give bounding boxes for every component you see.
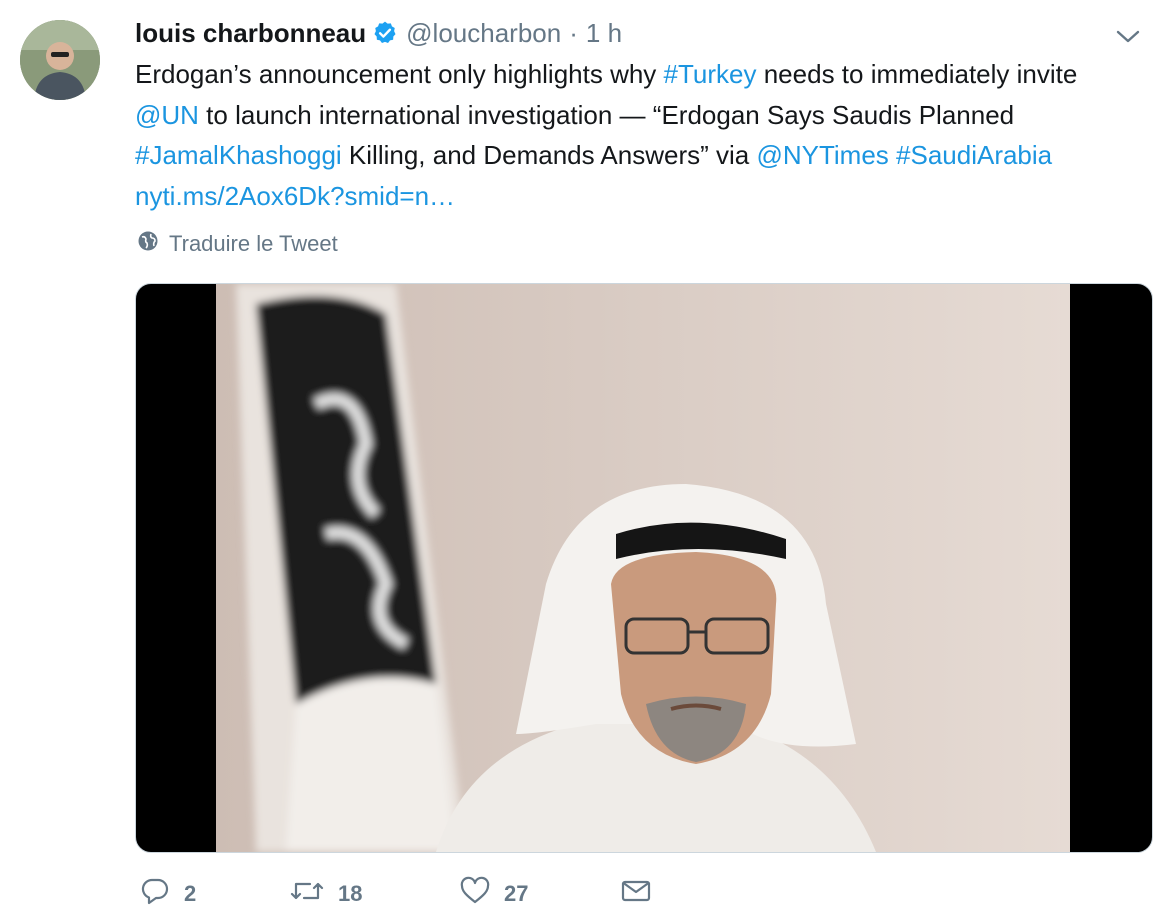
author-handle[interactable]: @loucharbon (406, 18, 561, 49)
translate-label: Traduire le Tweet (169, 231, 338, 256)
mail-icon (620, 876, 652, 912)
hashtag-link[interactable]: #SaudiArabia (896, 140, 1052, 170)
retweet-button[interactable]: 18 (290, 876, 460, 912)
tweet-media[interactable] (135, 283, 1153, 853)
tweet-text-segment: needs to immediately invite (756, 59, 1078, 89)
mention-link[interactable]: @NYTimes (756, 140, 888, 170)
heart-icon (460, 876, 490, 912)
reply-count: 2 (184, 881, 197, 906)
chevron-down-icon[interactable] (1114, 22, 1142, 50)
reply-button[interactable]: 2 (140, 876, 290, 912)
dm-button[interactable] (620, 876, 652, 912)
retweet-count: 18 (338, 881, 363, 906)
mention-link[interactable]: @UN (135, 100, 199, 130)
like-button[interactable]: 27 (460, 876, 620, 912)
avatar[interactable] (20, 20, 100, 100)
hashtag-link[interactable]: #Turkey (664, 59, 757, 89)
hashtag-link[interactable]: #JamalKhashoggi (135, 140, 342, 170)
timestamp[interactable]: 1 h (586, 18, 622, 49)
tweet-text-segment (889, 140, 896, 170)
url-link[interactable]: nyti.ms/2Aox6Dk?smid=n… (135, 181, 455, 211)
verified-badge-icon (372, 20, 398, 46)
tweet-text-segment: Erdogan’s announcement only highlights w… (135, 59, 664, 89)
reply-icon (140, 876, 170, 912)
globe-icon (137, 230, 169, 258)
tweet-header: louis charbonneau @loucharbon · 1 h (135, 14, 1100, 52)
tweet-actions: 2 18 27 (140, 872, 740, 916)
tweet-text: Erdogan’s announcement only highlights w… (135, 54, 1125, 216)
separator-dot: · (569, 17, 578, 48)
tweet-text-segment: Killing, and Demands Answers” via (341, 140, 757, 170)
translate-tweet-link[interactable]: Traduire le Tweet (137, 228, 338, 260)
author-name[interactable]: louis charbonneau (135, 18, 366, 49)
like-count: 27 (504, 881, 529, 906)
photo (216, 284, 1070, 852)
tweet-text-segment: to launch international investigation — … (198, 99, 1015, 130)
retweet-icon (290, 876, 324, 912)
